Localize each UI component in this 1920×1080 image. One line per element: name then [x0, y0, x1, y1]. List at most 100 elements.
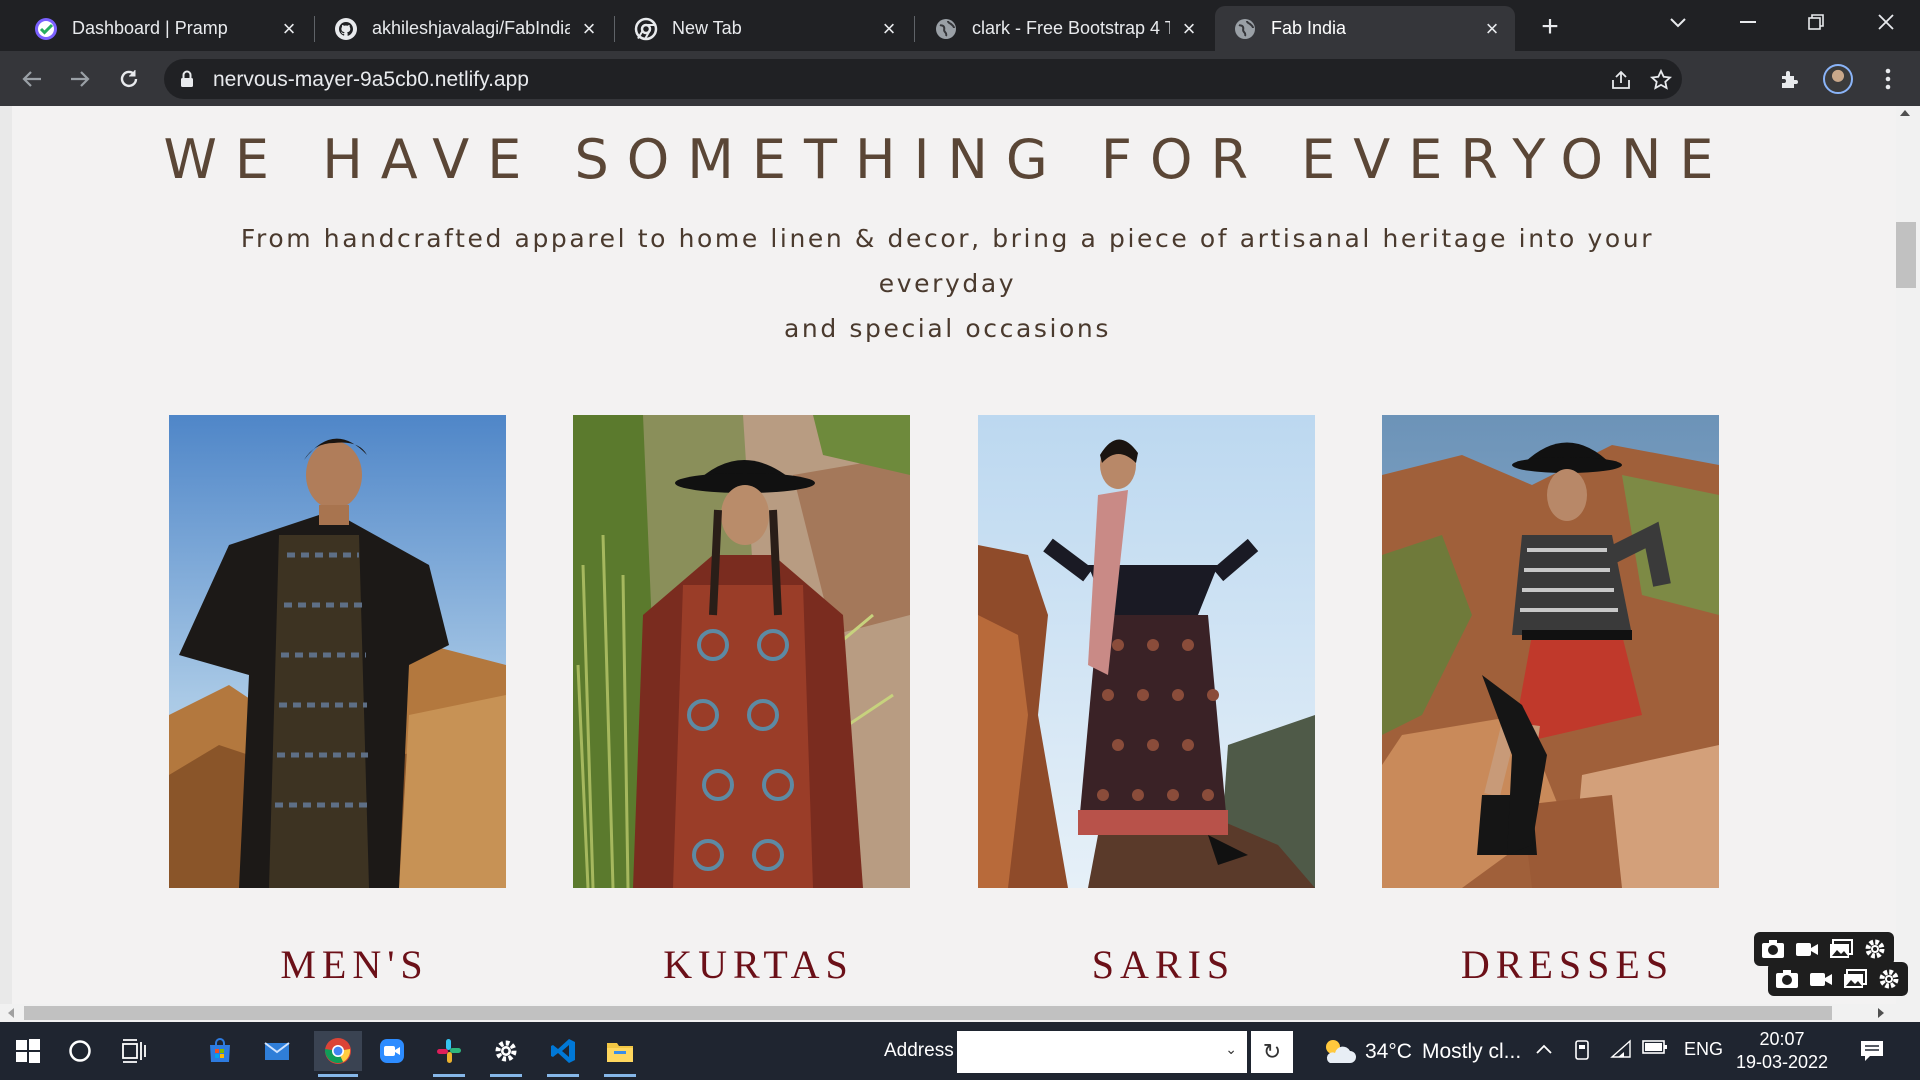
- weather-cloud-sun-icon[interactable]: [1316, 1031, 1360, 1071]
- category-label-saris[interactable]: SARIS: [995, 941, 1332, 988]
- address-toolbar-label: Address: [884, 1040, 954, 1061]
- tab-strip: Dashboard | Pramp × akhileshjavalagi/Fab…: [0, 0, 1920, 51]
- forward-arrow-icon[interactable]: [61, 60, 99, 98]
- task-view-icon[interactable]: [114, 1031, 154, 1071]
- tab-title: Fab India: [1271, 18, 1347, 38]
- tab-search-chevron-icon[interactable]: [1644, 0, 1712, 44]
- tab-clark-bootstrap[interactable]: clark - Free Bootstrap 4 Te ×: [916, 6, 1212, 51]
- clock-date: 19-03-2022: [1735, 1052, 1829, 1072]
- tab-separator: [314, 16, 315, 42]
- avatar: [1823, 64, 1853, 94]
- tab-dashboard-pramp[interactable]: Dashboard | Pramp ×: [16, 6, 312, 51]
- microsoft-store-icon[interactable]: [200, 1031, 240, 1071]
- subtext-line: and special occasions: [784, 314, 1111, 343]
- back-arrow-icon[interactable]: [13, 60, 51, 98]
- page-left-edge: [0, 106, 12, 1004]
- category-image-kurtas[interactable]: [573, 415, 910, 888]
- tab-github-fabindia[interactable]: akhileshjavalagi/FabIndia- ×: [316, 6, 612, 51]
- chrome-icon: [634, 17, 658, 41]
- clock-time: 20:07: [1759, 1029, 1805, 1049]
- tab-title: New Tab: [672, 18, 742, 38]
- minimize-icon[interactable]: [1714, 0, 1782, 44]
- gallery-icon[interactable]: [1828, 938, 1854, 960]
- category-label-kurtas[interactable]: KURTAS: [590, 941, 927, 988]
- vscode-icon[interactable]: [543, 1031, 583, 1077]
- tab-title: clark - Free Bootstrap 4 Te: [972, 18, 1170, 38]
- restore-icon[interactable]: [1782, 0, 1850, 44]
- weather-description[interactable]: Mostly cl...: [1422, 1040, 1521, 1064]
- taskbar-address-input[interactable]: ⌄: [957, 1031, 1247, 1073]
- tab-separator: [614, 16, 615, 42]
- scroll-left-arrow-icon[interactable]: [8, 1008, 14, 1018]
- slack-icon[interactable]: [429, 1031, 469, 1077]
- pramp-check-icon: [34, 17, 58, 41]
- video-camera-icon[interactable]: [1808, 968, 1834, 990]
- tray-overflow-chevron-icon[interactable]: [1535, 1039, 1553, 1060]
- category-label-mens[interactable]: MEN'S: [186, 941, 523, 988]
- windows-taskbar: Address ⌄ ↻ 34°C Mostly cl... ENG 20:07 …: [0, 1022, 1920, 1080]
- camera-icon[interactable]: [1774, 968, 1800, 990]
- wifi-icon[interactable]: [1610, 1039, 1632, 1064]
- settings-gear-icon[interactable]: [486, 1031, 526, 1077]
- tab-close-icon[interactable]: ×: [878, 17, 900, 40]
- tab-close-icon[interactable]: ×: [278, 17, 300, 40]
- tab-close-icon[interactable]: ×: [1481, 17, 1503, 40]
- search-circle-icon[interactable]: [60, 1031, 100, 1071]
- scroll-up-arrow-icon[interactable]: [1900, 110, 1910, 116]
- vertical-scrollbar[interactable]: [1896, 106, 1920, 1004]
- horizontal-scroll-thumb[interactable]: [24, 1006, 1832, 1020]
- category-image-dresses[interactable]: [1382, 415, 1719, 888]
- chevron-down-icon[interactable]: ⌄: [1225, 1041, 1237, 1058]
- browser-menu-icon[interactable]: [1872, 63, 1904, 95]
- weather-temperature[interactable]: 34°C: [1365, 1040, 1412, 1064]
- extensions-puzzle-icon[interactable]: [1774, 63, 1806, 95]
- device-icon[interactable]: [1572, 1039, 1592, 1066]
- windows-start-icon[interactable]: [8, 1031, 48, 1071]
- camera-icon[interactable]: [1760, 938, 1786, 960]
- video-camera-icon[interactable]: [1794, 938, 1820, 960]
- url-text: nervous-mayer-9a5cb0.netlify.app: [213, 68, 529, 91]
- vertical-scroll-thumb[interactable]: [1896, 222, 1916, 288]
- address-bar[interactable]: nervous-mayer-9a5cb0.netlify.app: [164, 59, 1682, 99]
- github-icon: [334, 17, 358, 41]
- tab-fab-india[interactable]: Fab India ×: [1215, 6, 1515, 51]
- tab-close-icon[interactable]: ×: [1178, 17, 1200, 40]
- gear-icon[interactable]: [1862, 938, 1888, 960]
- file-explorer-icon[interactable]: [600, 1031, 640, 1077]
- profile-avatar[interactable]: [1822, 63, 1854, 95]
- tab-close-icon[interactable]: ×: [578, 17, 600, 40]
- reload-icon[interactable]: [110, 60, 148, 98]
- globe-icon: [934, 17, 958, 41]
- tab-new-tab[interactable]: New Tab ×: [616, 6, 912, 51]
- gear-icon[interactable]: [1876, 968, 1902, 990]
- new-tab-button[interactable]: +: [1532, 10, 1568, 46]
- horizontal-scrollbar[interactable]: [0, 1004, 1920, 1022]
- notifications-icon[interactable]: [1852, 1031, 1892, 1071]
- page-viewport: WE HAVE SOMETHING FOR EVERYONE From hand…: [0, 106, 1920, 1004]
- category-label-dresses[interactable]: DRESSES: [1399, 941, 1736, 988]
- battery-icon[interactable]: [1642, 1039, 1668, 1060]
- chrome-taskbar-icon[interactable]: [314, 1031, 362, 1077]
- capture-toolbar: [1754, 932, 1894, 966]
- scroll-right-arrow-icon[interactable]: [1878, 1008, 1884, 1018]
- system-clock[interactable]: 20:07 19-03-2022: [1730, 1028, 1834, 1074]
- subtext-line: From handcrafted apparel to home linen &…: [240, 224, 1655, 298]
- mail-icon[interactable]: [257, 1031, 297, 1071]
- section-subtext: From handcrafted apparel to home linen &…: [210, 216, 1685, 351]
- category-image-mens[interactable]: [169, 415, 506, 888]
- share-icon[interactable]: [1608, 67, 1634, 93]
- address-go-refresh-icon[interactable]: ↻: [1251, 1031, 1293, 1073]
- tab-title: akhileshjavalagi/FabIndia-: [372, 18, 570, 38]
- browser-toolbar: nervous-mayer-9a5cb0.netlify.app: [0, 51, 1920, 106]
- lock-icon[interactable]: [180, 70, 194, 93]
- tab-separator: [914, 16, 915, 42]
- bookmark-star-icon[interactable]: [1648, 67, 1674, 93]
- zoom-icon[interactable]: [372, 1031, 412, 1071]
- language-indicator[interactable]: ENG: [1684, 1039, 1723, 1060]
- section-heading: WE HAVE SOMETHING FOR EVERYONE: [163, 128, 1732, 191]
- tab-title: Dashboard | Pramp: [72, 18, 228, 38]
- close-window-icon[interactable]: [1852, 0, 1920, 44]
- category-image-saris[interactable]: [978, 415, 1315, 888]
- globe-icon: [1233, 17, 1257, 41]
- gallery-icon[interactable]: [1842, 968, 1868, 990]
